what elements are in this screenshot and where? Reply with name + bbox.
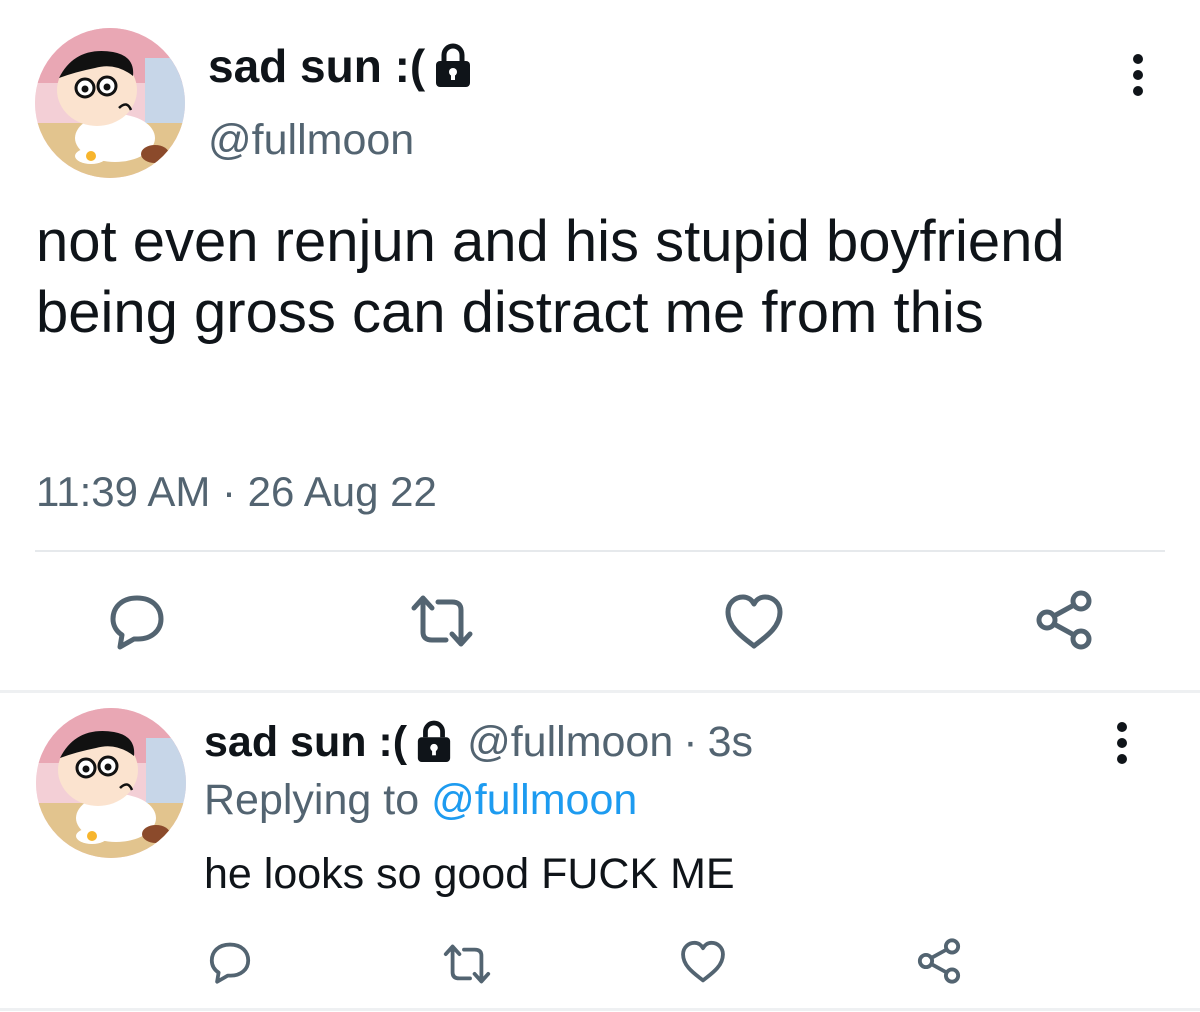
reply-header: sad sun :( @fullmoon · 3s	[204, 716, 753, 768]
avatar-cartoon-image	[36, 708, 186, 858]
share-icon[interactable]	[916, 938, 962, 984]
section-divider	[0, 690, 1200, 693]
like-icon[interactable]	[680, 940, 726, 984]
like-icon[interactable]	[724, 594, 784, 650]
separator-dot: ·	[683, 718, 698, 766]
reply-icon[interactable]	[207, 940, 253, 984]
replying-to: Replying to @fullmoon	[204, 774, 637, 826]
display-name[interactable]: sad sun :(	[204, 716, 453, 768]
avatar-cartoon-image	[35, 28, 185, 178]
retweet-icon[interactable]	[408, 592, 476, 650]
lock-icon	[433, 43, 473, 89]
display-name-text: sad sun :(	[208, 40, 426, 92]
mention-link[interactable]: @fullmoon	[431, 776, 637, 824]
divider	[35, 550, 1165, 552]
more-vertical-icon[interactable]	[1124, 50, 1152, 100]
display-name-text: sad sun :(	[204, 718, 408, 766]
retweet-icon[interactable]	[440, 942, 494, 986]
more-vertical-icon[interactable]	[1108, 718, 1136, 768]
main-tweet: sad sun :( @fullmoon not even renjun and…	[0, 0, 1200, 690]
user-handle[interactable]: @fullmoon	[467, 716, 673, 768]
share-icon[interactable]	[1034, 590, 1094, 650]
bottom-divider	[0, 1008, 1200, 1011]
display-name[interactable]: sad sun :(	[208, 38, 473, 94]
tweet-thread: sad sun :( @fullmoon not even renjun and…	[0, 0, 1200, 1012]
tweet-timestamp[interactable]: 11:39 AM · 26 Aug 22	[36, 466, 437, 518]
reply-text: he looks so good FUCK ME	[204, 850, 735, 898]
user-handle[interactable]: @fullmoon	[208, 114, 414, 166]
lock-icon	[415, 720, 453, 764]
tweet-text: not even renjun and his stupid boyfriend…	[36, 209, 1065, 345]
reply-time[interactable]: 3s	[708, 716, 753, 768]
avatar[interactable]	[36, 708, 186, 858]
replying-to-label: Replying to	[204, 776, 420, 824]
avatar[interactable]	[35, 28, 185, 178]
reply-icon[interactable]	[108, 592, 166, 650]
